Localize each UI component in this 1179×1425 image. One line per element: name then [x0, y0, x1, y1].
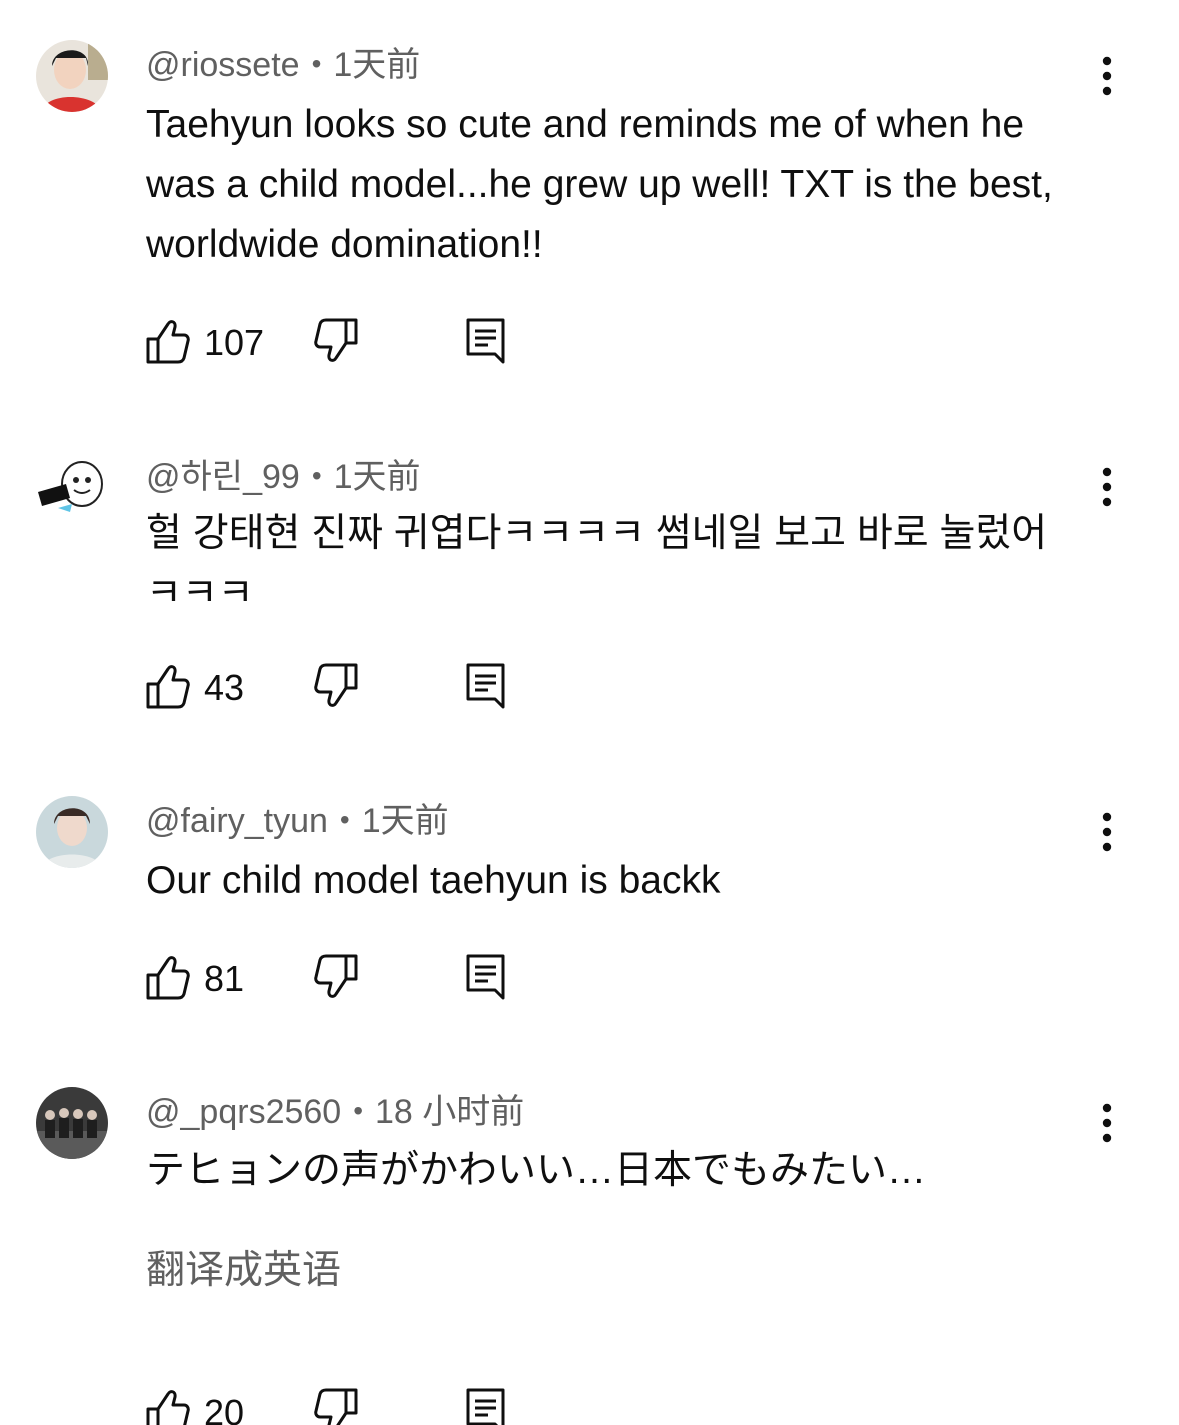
separator-dot: • — [339, 804, 350, 835]
like-button[interactable]: 43 — [146, 663, 256, 713]
reply-icon — [466, 1388, 506, 1425]
avatar[interactable] — [36, 1087, 108, 1159]
thumb-down-icon — [314, 1388, 364, 1425]
dislike-button[interactable] — [314, 663, 364, 713]
comment-meta: @fairy_tyun • 1天前 — [146, 800, 449, 841]
comment-feed: @riossete • 1天前 Taehyun looks so cute and … — [0, 0, 1179, 1425]
comment-text: 헐 강태현 진짜 귀엽다ㅋㅋㅋㅋ 썸네일 보고 바로 눌렀어ㅋㅋㅋ — [146, 512, 1048, 615]
more-vert-icon[interactable] — [1090, 52, 1124, 100]
dislike-button[interactable] — [314, 318, 364, 368]
dislike-button[interactable] — [314, 954, 364, 1004]
like-button[interactable]: 81 — [146, 954, 256, 1004]
thumb-down-icon — [314, 954, 364, 1000]
comment-meta: @_pqrs2560 • 18 小时前 — [146, 1091, 524, 1132]
comment-time: 1天前 — [333, 458, 421, 496]
author-name[interactable]: @하린_99 — [146, 458, 300, 496]
comment-time: 18 小时前 — [375, 1093, 525, 1131]
more-vert-icon[interactable] — [1090, 463, 1124, 511]
translate-link[interactable]: 翻译成英语 — [146, 1246, 341, 1296]
reply-button[interactable] — [466, 663, 506, 713]
reply-button[interactable] — [466, 1388, 506, 1425]
separator-dot: • — [311, 460, 322, 491]
more-vert-icon[interactable] — [1090, 1099, 1124, 1147]
dislike-button[interactable] — [314, 1388, 364, 1425]
separator-dot: • — [311, 48, 322, 79]
avatar[interactable] — [36, 40, 108, 112]
like-count: 107 — [204, 322, 265, 363]
thumb-down-icon — [314, 318, 364, 364]
avatar[interactable] — [36, 796, 108, 868]
reply-button[interactable] — [466, 954, 506, 1004]
more-vert-icon[interactable] — [1090, 808, 1124, 856]
like-count: 20 — [204, 1392, 245, 1425]
separator-dot: • — [353, 1095, 364, 1126]
like-count: 43 — [204, 667, 245, 708]
like-button[interactable]: 20 — [146, 1388, 256, 1425]
author-name[interactable]: @_pqrs2560 — [146, 1093, 341, 1131]
comment-actions: 20 — [146, 1388, 566, 1425]
author-name[interactable]: @fairy_tyun — [146, 802, 328, 840]
reply-icon — [466, 954, 506, 1002]
avatar[interactable] — [36, 454, 108, 526]
like-button[interactable]: 107 — [146, 318, 266, 368]
like-count: 81 — [204, 958, 245, 999]
comment-time: 1天前 — [361, 802, 449, 840]
author-name[interactable]: @riossete — [146, 46, 300, 84]
thumb-down-icon — [314, 663, 364, 709]
reply-icon — [466, 318, 506, 366]
comment-actions: 43 — [146, 663, 566, 713]
comment-meta: @하린_99 • 1天前 — [146, 456, 421, 497]
comment-text: テヒョンの声がかわいい…日本でもみたい… — [146, 1149, 927, 1192]
comment-meta: @riossete • 1天前 — [146, 44, 420, 85]
comment-text: Our child model taehyun is backk — [146, 859, 721, 902]
reply-button[interactable] — [466, 318, 506, 368]
comment-actions: 107 — [146, 318, 566, 368]
comment-text: Taehyun looks so cute and reminds me of … — [146, 103, 1053, 266]
reply-icon — [466, 663, 506, 711]
comment-time: 1天前 — [333, 46, 421, 84]
comment-actions: 81 — [146, 954, 566, 1004]
